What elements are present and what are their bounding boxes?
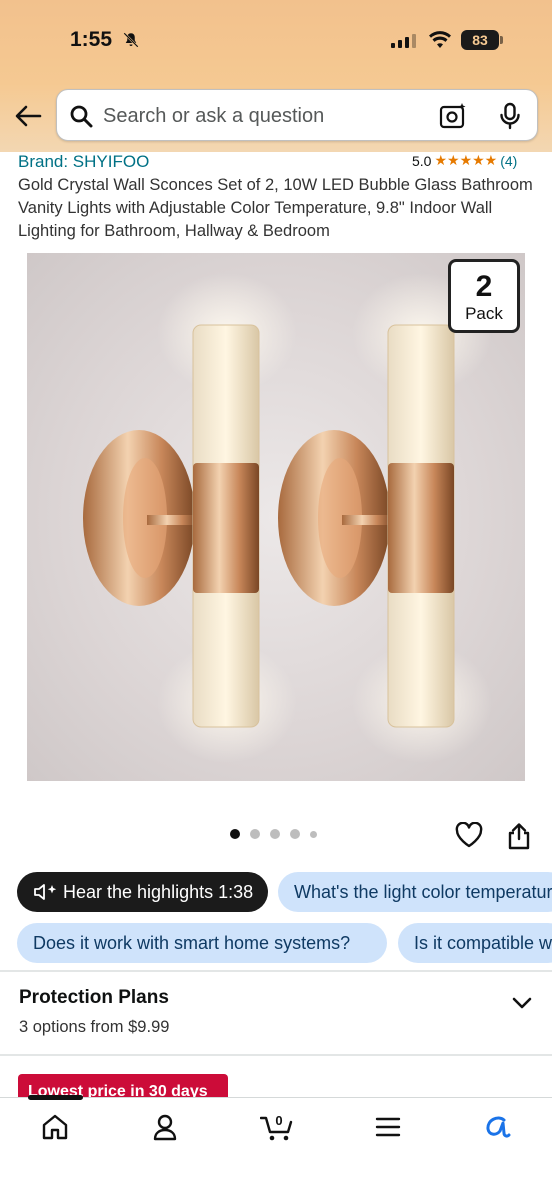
protection-plans-subtitle: 3 options from $9.99 (19, 1018, 170, 1036)
active-tab-indicator (28, 1095, 83, 1100)
camera-icon[interactable] (439, 102, 467, 130)
mic-icon[interactable] (497, 102, 523, 130)
question-chip[interactable]: Is it compatible with dimmers? (398, 923, 552, 963)
menu-icon[interactable] (373, 1112, 403, 1142)
question-chip[interactable]: Does it work with smart home systems? (17, 923, 387, 963)
pack-badge: 2 Pack (448, 259, 520, 333)
carousel-dot[interactable] (250, 829, 260, 839)
status-time: 1:55 (70, 28, 113, 51)
product-title: Gold Crystal Wall Sconces Set of 2, 10W … (18, 176, 533, 240)
chevron-down-icon[interactable] (512, 996, 532, 1010)
carousel-dot[interactable] (290, 829, 300, 839)
divider (0, 970, 552, 972)
wall-sconces-illustration (83, 273, 492, 763)
carousel-dot[interactable] (230, 829, 240, 839)
share-icon[interactable] (508, 822, 530, 850)
rating-count[interactable]: (4) (500, 153, 517, 169)
carousel-dot[interactable] (270, 829, 280, 839)
wifi-icon (429, 31, 451, 48)
heart-icon[interactable] (455, 822, 483, 848)
battery-tip (500, 36, 503, 44)
product-image[interactable] (27, 253, 525, 781)
account-icon[interactable] (150, 1112, 180, 1142)
rating[interactable]: 5.0 ★★★★★ (4) (412, 152, 517, 169)
carousel-dot[interactable] (310, 830, 317, 838)
bell-off-icon (123, 32, 139, 48)
pack-number: 2 (475, 270, 493, 303)
header: 1:55 83 (0, 0, 552, 152)
question-chip[interactable]: What's the light color temperature? (278, 872, 552, 912)
hear-highlights-button[interactable]: Hear the highlights 1:38 (17, 872, 268, 912)
cart-count: 0 (275, 1113, 282, 1128)
hear-highlights-label: Hear the highlights 1:38 (63, 882, 254, 902)
search-input[interactable] (103, 90, 423, 142)
divider (0, 1054, 552, 1056)
back-arrow-icon[interactable] (14, 104, 42, 128)
home-icon[interactable] (40, 1112, 70, 1142)
pack-label: Pack (465, 304, 503, 323)
cart-icon[interactable]: 0 (260, 1112, 296, 1142)
bottom-nav: 0 (0, 1095, 552, 1200)
search-icon (70, 105, 93, 128)
rufus-icon[interactable] (482, 1112, 512, 1142)
rating-value: 5.0 (412, 152, 432, 169)
brand-link[interactable]: Brand: SHYIFOO (18, 152, 149, 172)
search-bar[interactable] (56, 89, 538, 142)
battery-indicator: 83 (461, 30, 499, 50)
signal-icon (391, 34, 416, 48)
carousel-dots[interactable] (230, 829, 317, 839)
speaker-icon (34, 884, 57, 900)
protection-plans-title[interactable]: Protection Plans (19, 987, 169, 1009)
star-rating-icon: ★★★★★ (434, 152, 498, 168)
